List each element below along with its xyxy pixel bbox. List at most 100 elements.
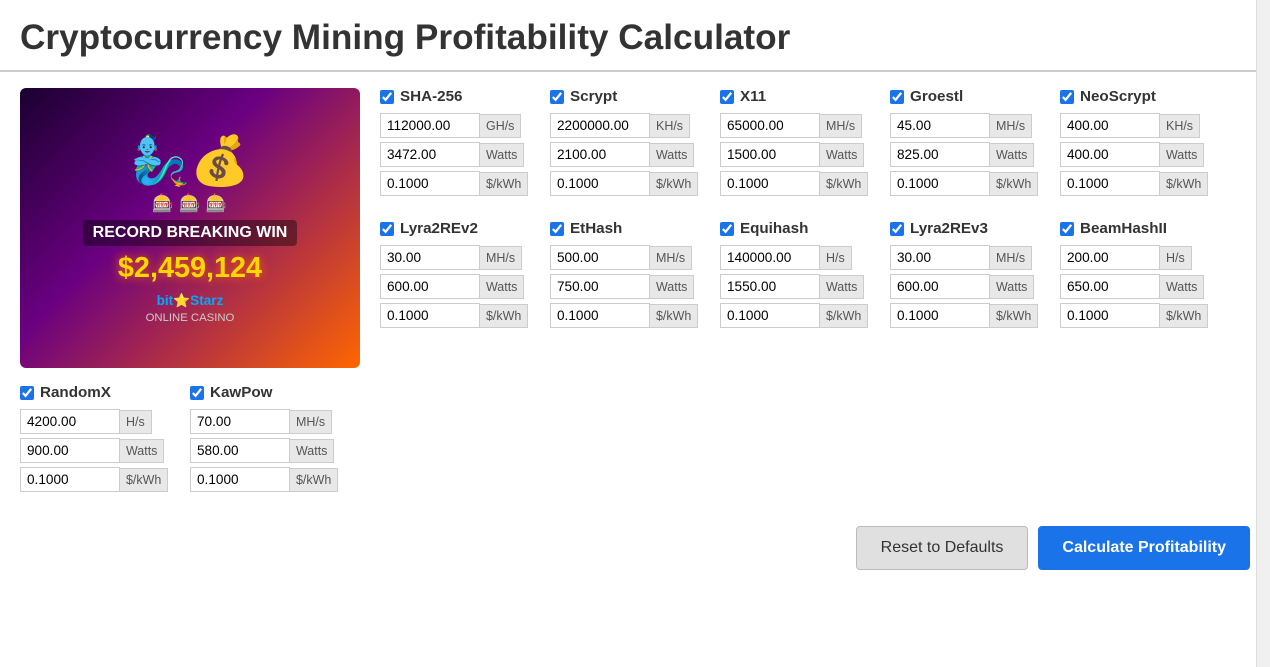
ad-banner[interactable]: 🧞‍♂️💰 🎰 🎰 🎰 RECORD BREAKING WIN $2,459,1… [20,88,360,368]
power-input-x11[interactable] [720,142,820,167]
power-row-groestl: Watts [890,142,1050,167]
cost-unit-lyra2rev3: $/kWh [990,304,1038,328]
hashrate-input-lyra2rev2[interactable] [380,245,480,270]
extra-algos-container: RandomXH/sWatts$/kWhKawPowMH/sWatts$/kWh [20,384,1250,492]
algo-checkbox-scrypt[interactable] [550,90,564,104]
hashrate-input-sha256[interactable] [380,113,480,138]
power-unit-x11: Watts [820,143,864,167]
cost-input-kawpow[interactable] [190,467,290,492]
algo-checkbox-lyra2rev3[interactable] [890,222,904,236]
power-input-kawpow[interactable] [190,438,290,463]
hashrate-input-equihash[interactable] [720,245,820,270]
power-input-randomx[interactable] [20,438,120,463]
hashrate-unit-x11: MH/s [820,114,862,138]
hashrate-input-beamhashii[interactable] [1060,245,1160,270]
power-input-neoscrypt[interactable] [1060,142,1160,167]
algo-name-sha256: SHA-256 [400,88,462,105]
ad-logo: bit⭐Starz ONLINE CASINO [83,293,298,324]
cost-unit-neoscrypt: $/kWh [1160,172,1208,196]
algo-checkbox-lyra2rev2[interactable] [380,222,394,236]
hashrate-input-x11[interactable] [720,113,820,138]
algo-header-lyra2rev3: Lyra2REv3 [890,220,1050,237]
algo-card-x11: X11MH/sWatts$/kWh [720,88,880,196]
cost-input-randomx[interactable] [20,467,120,492]
power-input-ethash[interactable] [550,274,650,299]
algo-checkbox-ethash[interactable] [550,222,564,236]
power-row-ethash: Watts [550,274,710,299]
power-unit-ethash: Watts [650,275,694,299]
power-input-scrypt[interactable] [550,142,650,167]
hashrate-input-randomx[interactable] [20,409,120,434]
cost-unit-randomx: $/kWh [120,468,168,492]
cost-row-kawpow: $/kWh [190,467,350,492]
hashrate-input-ethash[interactable] [550,245,650,270]
cost-row-lyra2rev3: $/kWh [890,303,1050,328]
power-row-x11: Watts [720,142,880,167]
power-row-randomx: Watts [20,438,180,463]
algo-name-lyra2rev3: Lyra2REv3 [910,220,988,237]
algo-checkbox-kawpow[interactable] [190,386,204,400]
algo-header-equihash: Equihash [720,220,880,237]
cost-row-sha256: $/kWh [380,171,540,196]
power-row-lyra2rev3: Watts [890,274,1050,299]
hashrate-row-lyra2rev2: MH/s [380,245,540,270]
power-input-groestl[interactable] [890,142,990,167]
cost-input-lyra2rev3[interactable] [890,303,990,328]
hashrate-input-neoscrypt[interactable] [1060,113,1160,138]
hashrate-row-neoscrypt: KH/s [1060,113,1220,138]
power-input-beamhashii[interactable] [1060,274,1160,299]
algo-checkbox-sha256[interactable] [380,90,394,104]
cost-input-neoscrypt[interactable] [1060,171,1160,196]
algo-checkbox-groestl[interactable] [890,90,904,104]
power-input-equihash[interactable] [720,274,820,299]
algo-header-scrypt: Scrypt [550,88,710,105]
algo-name-scrypt: Scrypt [570,88,617,105]
algo-header-sha256: SHA-256 [380,88,540,105]
power-unit-neoscrypt: Watts [1160,143,1204,167]
hashrate-input-groestl[interactable] [890,113,990,138]
power-unit-beamhashii: Watts [1160,275,1204,299]
cost-input-groestl[interactable] [890,171,990,196]
hashrate-input-lyra2rev3[interactable] [890,245,990,270]
cost-input-equihash[interactable] [720,303,820,328]
algo-row-0: SHA-256 GH/s Watts $/kWh Scrypt KH/s Watts $/kW… [380,88,1250,196]
calculate-button[interactable]: Calculate Profitability [1038,526,1250,570]
bottom-section: RandomXH/sWatts$/kWhKawPowMH/sWatts$/kWh… [0,384,1270,600]
algo-header-kawpow: KawPow [190,384,350,401]
cost-input-ethash[interactable] [550,303,650,328]
cost-input-lyra2rev2[interactable] [380,303,480,328]
cost-unit-groestl: $/kWh [990,172,1038,196]
algo-checkbox-x11[interactable] [720,90,734,104]
cost-input-beamhashii[interactable] [1060,303,1160,328]
power-input-lyra2rev3[interactable] [890,274,990,299]
hashrate-unit-sha256: GH/s [480,114,521,138]
hashrate-row-beamhashii: H/s [1060,245,1220,270]
algo-card-beamhashii: BeamHashIIH/sWatts$/kWh [1060,220,1220,328]
power-row-neoscrypt: Watts [1060,142,1220,167]
power-unit-lyra2rev3: Watts [990,275,1034,299]
power-input-lyra2rev2[interactable] [380,274,480,299]
reset-button[interactable]: Reset to Defaults [856,526,1029,570]
algo-name-lyra2rev2: Lyra2REv2 [400,220,478,237]
ad-genie-icon: 🧞‍♂️💰 [83,132,298,189]
hashrate-row-randomx: H/s [20,409,180,434]
cost-input-sha256[interactable] [380,171,480,196]
algo-checkbox-beamhashii[interactable] [1060,222,1074,236]
cost-row-neoscrypt: $/kWh [1060,171,1220,196]
algo-checkbox-neoscrypt[interactable] [1060,90,1074,104]
algo-header-groestl: Groestl [890,88,1050,105]
hashrate-input-kawpow[interactable] [190,409,290,434]
scrollbar[interactable] [1256,0,1270,667]
power-input-sha256[interactable] [380,142,480,167]
power-row-scrypt: Watts [550,142,710,167]
cost-input-x11[interactable] [720,171,820,196]
hashrate-row-scrypt: KH/s [550,113,710,138]
ad-record-text: RECORD BREAKING WIN [83,220,298,246]
cost-row-beamhashii: $/kWh [1060,303,1220,328]
cost-input-scrypt[interactable] [550,171,650,196]
algo-checkbox-randomx[interactable] [20,386,34,400]
algo-checkbox-equihash[interactable] [720,222,734,236]
hashrate-input-scrypt[interactable] [550,113,650,138]
algo-card-kawpow: KawPowMH/sWatts$/kWh [190,384,350,492]
hashrate-unit-equihash: H/s [820,246,852,270]
